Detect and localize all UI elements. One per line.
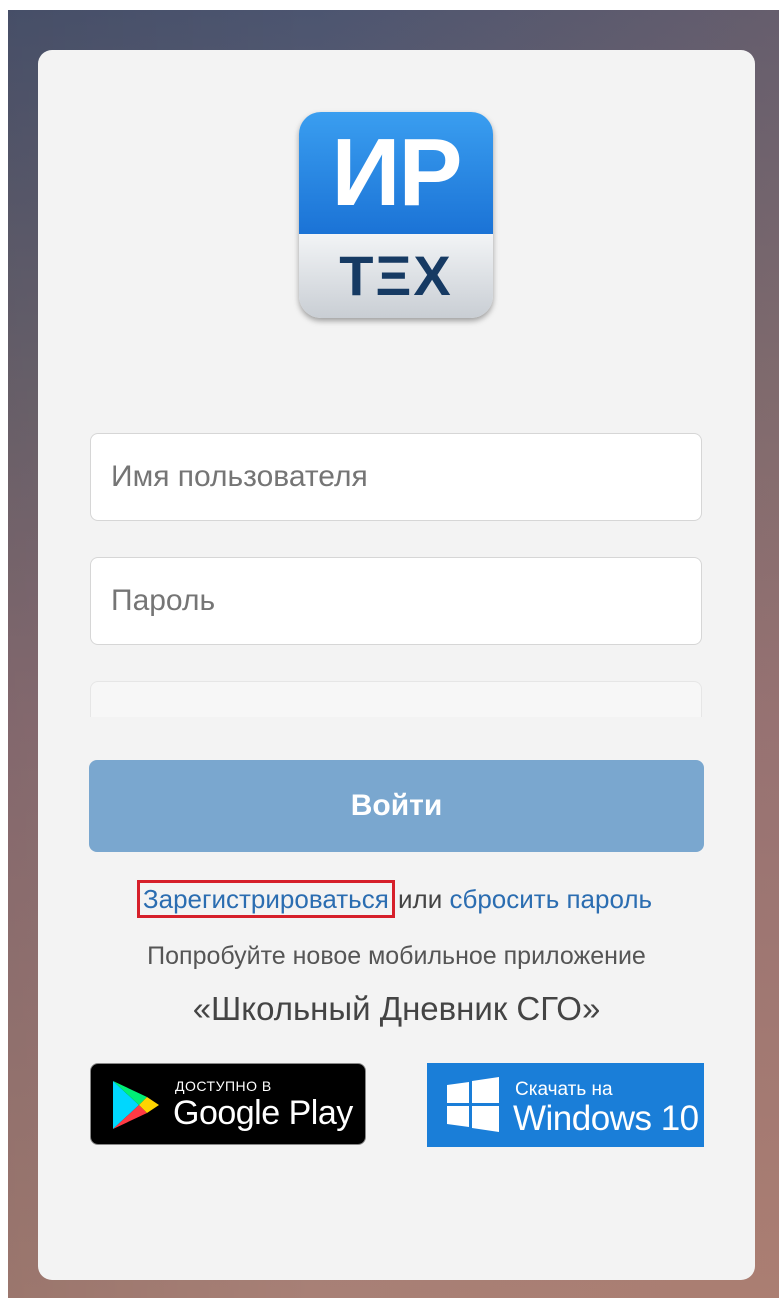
windows-icon (447, 1077, 499, 1132)
google-play-icon (113, 1081, 159, 1129)
logo-bottom: ТΞХ (299, 234, 493, 318)
logo-bottom-text: ТΞХ (339, 244, 453, 307)
username-input[interactable] (90, 433, 702, 521)
login-button[interactable]: Войти (89, 760, 704, 852)
captcha-area (90, 681, 702, 717)
logo-top: ИР (299, 112, 493, 234)
reset-password-link[interactable]: сбросить пароль (449, 884, 652, 914)
windows-badge-big-text: Windows 10 (513, 1099, 699, 1138)
app-name: «Школьный Дневник СГО» (192, 990, 601, 1027)
google-badge-big-text: Google Play (173, 1094, 353, 1132)
promo-text: Попробуйте новое мобильное приложение (147, 942, 646, 970)
windows-store-badge[interactable]: Скачать на Windows 10 (427, 1063, 704, 1147)
or-text: или (390, 884, 450, 914)
logo-top-text: ИР (331, 119, 462, 226)
register-link[interactable]: Зарегистрироваться (136, 880, 395, 918)
password-input[interactable] (90, 557, 702, 645)
google-badge-small-text: ДОСТУПНО В (175, 1078, 272, 1094)
windows-badge-small-text: Скачать на (515, 1079, 613, 1100)
google-play-badge[interactable]: ДОСТУПНО В Google Play (90, 1063, 366, 1145)
irtech-logo: ИР ТΞХ (299, 112, 493, 318)
auth-links: Зарегистрироваться или сбросить пароль (38, 880, 755, 918)
